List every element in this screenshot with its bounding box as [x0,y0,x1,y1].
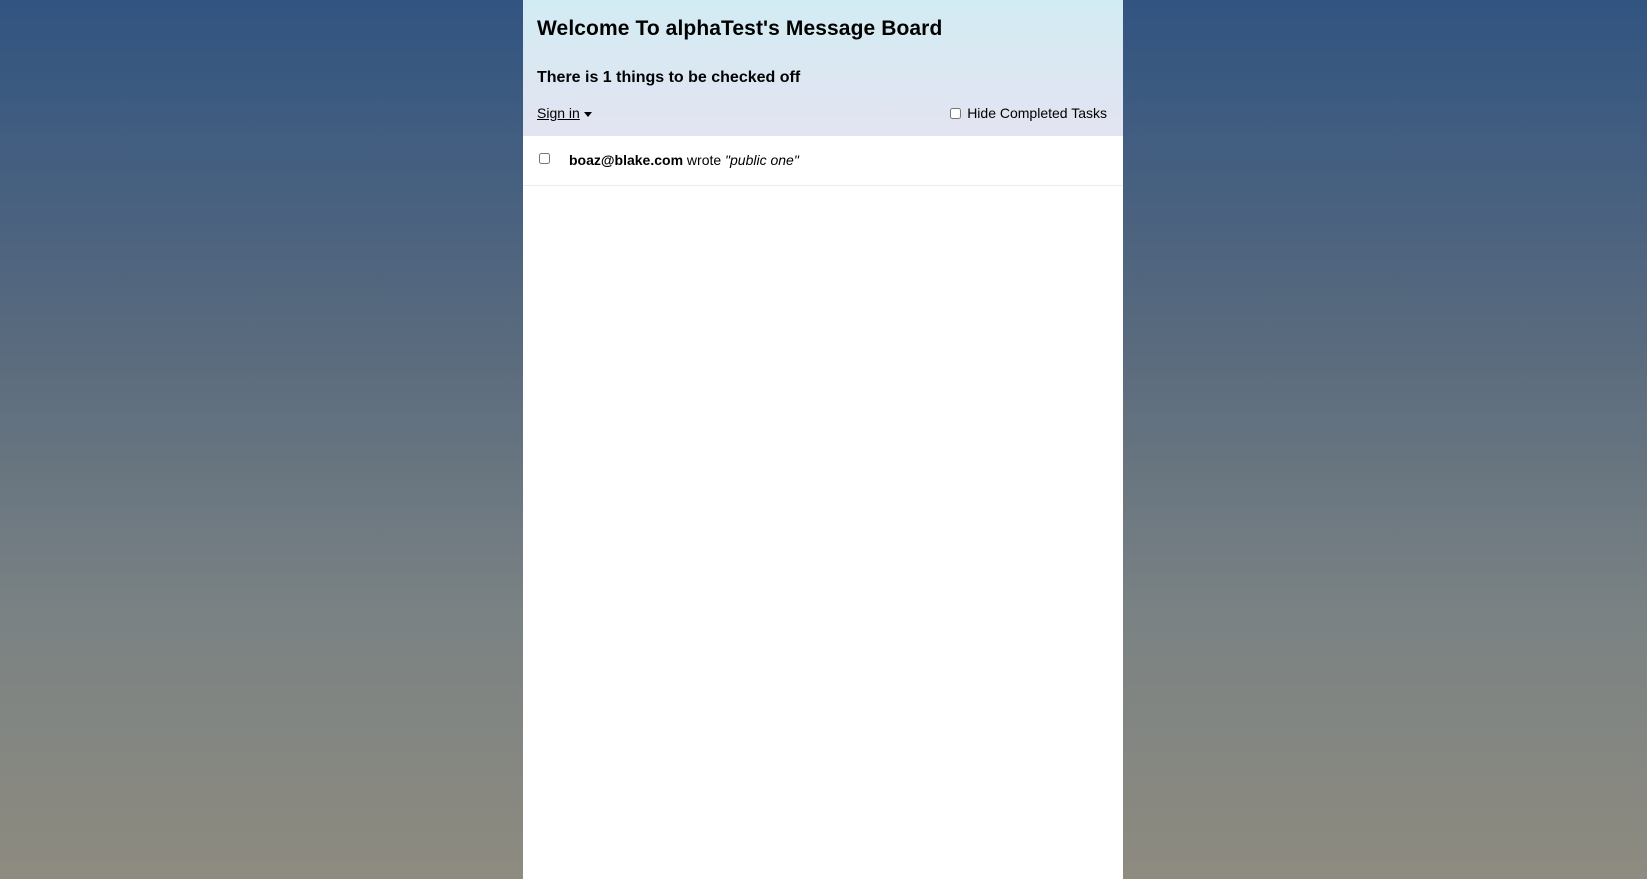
task-message: "public one" [725,152,799,168]
hide-completed-toggle[interactable]: Hide Completed Tasks [950,105,1107,121]
sign-in-label: Sign in [537,105,580,121]
hide-completed-label: Hide Completed Tasks [967,105,1107,121]
task-text: boaz@blake.com wrote "public one" [569,152,799,168]
message-board: Welcome To alphaTest's Message Board The… [523,0,1123,879]
task-verb: wrote [686,152,722,168]
task-author: boaz@blake.com [569,152,684,168]
task-row: boaz@blake.com wrote "public one" [523,136,1123,186]
task-checkbox[interactable] [539,153,550,164]
page-title: Welcome To alphaTest's Message Board [537,17,943,40]
caret-down-icon [583,111,592,117]
board-header: Welcome To alphaTest's Message Board The… [523,0,1123,136]
sign-in-link[interactable]: Sign in [537,105,592,121]
task-count-summary: There is 1 things to be checked off [537,69,801,86]
hide-completed-checkbox[interactable] [950,107,962,119]
